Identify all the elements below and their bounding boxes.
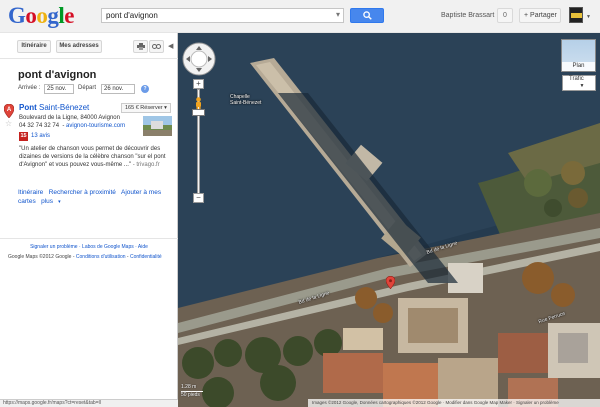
print-icon[interactable] <box>133 40 148 53</box>
footer-links[interactable]: Signaler un problème · Labos de Google M… <box>0 244 178 250</box>
zoom-out-button[interactable]: − <box>193 193 204 203</box>
result-address: Boulevard de la Ligne, 84000 Avignon 04 … <box>19 115 126 129</box>
status-bar-url: https://maps.google.fr/maps?ct=reset&tab… <box>0 399 178 407</box>
review-snippet: "Un atelier de chanson vous permet de dé… <box>19 145 169 169</box>
snippet-source: - trivago.fr <box>132 162 160 168</box>
chevron-down-icon[interactable]: ▼ <box>586 14 591 20</box>
divider <box>0 238 178 239</box>
result-name-bold: Pont <box>19 103 37 112</box>
arrival-date-field[interactable]: 25 nov. <box>44 84 74 94</box>
search-value: pont d'avignon <box>106 11 158 20</box>
chevron-down-icon: ▾ <box>58 199 61 205</box>
terms-link[interactable]: Conditions d'utilisation <box>76 254 126 260</box>
search-input[interactable]: pont d'avignon ▾ <box>101 8 344 23</box>
nearby-search-link[interactable]: Rechercher à proximité <box>49 189 116 196</box>
map-canvas[interactable]: + − Plan Trafic ▼ Chapelle Saint-Bénezet… <box>178 33 600 407</box>
website-link[interactable]: avignon-tourisme.com <box>66 123 125 129</box>
result-actions: Itinéraire Rechercher à proximité Ajoute… <box>18 188 168 207</box>
search-button[interactable] <box>350 8 384 23</box>
map-type-plan[interactable]: Plan <box>561 39 596 72</box>
reserve-button[interactable]: 165 € Réserver ▾ <box>121 103 171 113</box>
phone-number: 04 32 74 32 74 <box>19 123 60 129</box>
link-icon[interactable] <box>149 40 164 53</box>
result-title[interactable]: Pont Saint-Bénezet <box>19 103 89 112</box>
traffic-dropdown[interactable]: Trafic ▼ <box>562 75 596 91</box>
departure-label: Départ <box>78 85 97 91</box>
panel-toolbar: Itinéraire Mes adresses ◀ <box>0 33 178 59</box>
top-bar: Google pont d'avignon ▾ Baptiste Brassar… <box>0 0 600 33</box>
logo-letter: G <box>8 3 26 28</box>
address-line: Boulevard de la Ligne, 84000 Avignon <box>19 115 120 121</box>
map-marker-icon[interactable]: A <box>4 104 14 118</box>
result-name-rest: Saint-Bénezet <box>36 103 90 112</box>
itinerary-link[interactable]: Itinéraire <box>18 189 43 196</box>
privacy-link[interactable]: Confidentialité <box>130 254 162 260</box>
reviews-link[interactable]: 13 avis <box>31 133 50 139</box>
logo-letter: o <box>25 3 37 28</box>
scale-metric: 1.28 m <box>181 384 197 390</box>
itinerary-button[interactable]: Itinéraire <box>17 40 51 53</box>
user-name[interactable]: Baptiste Brassart <box>441 12 494 19</box>
map-scale: 1.28 m 50 pieds <box>181 384 203 399</box>
arrival-label: Arrivée : <box>18 85 41 91</box>
logo-letter: o <box>36 3 48 28</box>
scale-imperial: 50 pieds <box>181 392 200 398</box>
collapse-panel-icon[interactable]: ◀ <box>168 42 173 50</box>
avatar[interactable] <box>569 7 583 23</box>
place-thumbnail[interactable] <box>143 116 172 136</box>
more-link[interactable]: plus ▾ <box>41 198 65 205</box>
chapel-label-line: Saint-Bénezet <box>230 100 262 106</box>
logo-letter: e <box>64 3 74 28</box>
star-icon[interactable]: ☆ <box>5 119 12 128</box>
location-pin-icon[interactable] <box>386 276 395 289</box>
aerial-imagery <box>178 33 600 407</box>
footer-copyright: Google Maps ©2012 Google <box>8 254 72 260</box>
logo-letter: g <box>47 3 59 28</box>
share-button[interactable]: + Partager <box>519 8 561 23</box>
pan-control[interactable] <box>182 42 216 76</box>
dropdown-icon[interactable]: ▾ <box>336 10 340 20</box>
chapel-label[interactable]: Chapelle Saint-Bénezet <box>230 94 261 106</box>
zoom-slider-thumb[interactable] <box>192 109 205 116</box>
my-addresses-button[interactable]: Mes adresses <box>56 40 102 53</box>
plan-label: Plan <box>562 62 595 71</box>
side-panel: Itinéraire Mes adresses ◀ pont d'avignon… <box>0 33 178 407</box>
map-copyright: Images ©2012 Google, Données cartographi… <box>308 399 600 407</box>
help-icon[interactable]: ? <box>141 85 149 93</box>
search-icon <box>363 11 372 20</box>
zoom-in-button[interactable]: + <box>193 79 204 89</box>
traffic-label: Trafic <box>569 76 584 82</box>
rating-badge: 15 <box>19 132 28 141</box>
google-logo[interactable]: Google <box>8 4 74 28</box>
more-label: plus <box>41 198 54 205</box>
chevron-down-icon: ▼ <box>579 83 585 89</box>
notifications-button[interactable]: 0 <box>497 8 513 23</box>
departure-date-field[interactable]: 26 nov. <box>101 84 135 94</box>
page-title: pont d'avignon <box>18 69 97 81</box>
svg-text:A: A <box>7 107 12 113</box>
footer-legal: Google Maps ©2012 Google - Conditions d'… <box>8 254 162 260</box>
